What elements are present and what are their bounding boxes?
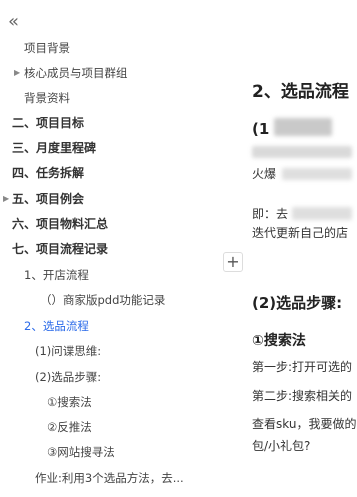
toc-item-project-background[interactable]: 项目背景 [24,37,70,59]
toc-item-reverse-method[interactable]: ②反推法 [47,416,92,438]
subheading-spy-thinking: (1 [252,120,270,138]
section-heading: 2、选品流程 [252,82,349,102]
toc-item-search-method[interactable]: ①搜索法 [47,391,92,413]
blurred-text [282,168,352,180]
toc-item-project-meetings[interactable]: 五、项目例会 [12,188,84,210]
outline-sidebar: « 项目背景 ▶ 核心成员与项目群组 背景资料 二、项目目标 三、月度里程碑 四… [0,0,222,497]
expand-caret-icon[interactable]: ▶ [14,68,22,78]
subheading-search-method: ①搜索法 [252,333,306,349]
toc-item-project-goals[interactable]: 二、项目目标 [12,112,84,134]
toc-item-website-search[interactable]: ③网站搜寻法 [47,441,115,463]
toc-item-product-selection[interactable]: 2、选品流程 [24,315,89,337]
collapse-sidebar-icon[interactable]: « [8,12,28,32]
toc-item-task-breakdown[interactable]: 四、任务拆解 [12,162,84,184]
toc-item-core-members[interactable]: 核心成员与项目群组 [24,62,128,84]
blurred-text [292,207,352,220]
paragraph-line: 查看sku，我要做的 [252,417,357,431]
toc-item-store-opening[interactable]: 1、开店流程 [24,264,89,286]
toc-item-monthly-milestones[interactable]: 三、月度里程碑 [12,137,96,159]
toc-item-spy-thinking[interactable]: (1)问谍思维: [35,340,101,362]
toc-item-pdd-features[interactable]: （）商家版pdd功能记录 [40,289,165,311]
paragraph-line: 即：去 [252,207,289,221]
blurred-text [252,146,352,158]
toc-item-process-records[interactable]: 七、项目流程记录 [12,238,108,260]
toc-item-homework[interactable]: 作业:利用3个选品方法，去... [35,467,184,489]
subheading-selection-steps: (2)选品步骤: [252,294,343,312]
paragraph-line: 迭代更新自己的店 [252,226,349,240]
paragraph-line: 火爆 [252,167,277,181]
toc-item-project-materials[interactable]: 六、项目物料汇总 [12,213,108,235]
toc-item-background-materials[interactable]: 背景资料 [24,87,70,109]
step-line: 第二步:搜索相关的 [252,389,353,403]
toc-item-selection-steps[interactable]: (2)选品步骤: [35,366,101,388]
expand-caret-icon[interactable]: ▶ [3,194,11,204]
document-content: 2、选品流程 (1 火爆 即：去 迭代更新自己的店 (2)选品步骤: ①搜索法 … [222,0,357,497]
paragraph-line: 包/小礼包? [252,439,311,453]
step-line: 第一步:打开可选的 [252,360,353,374]
blurred-text [274,118,332,136]
